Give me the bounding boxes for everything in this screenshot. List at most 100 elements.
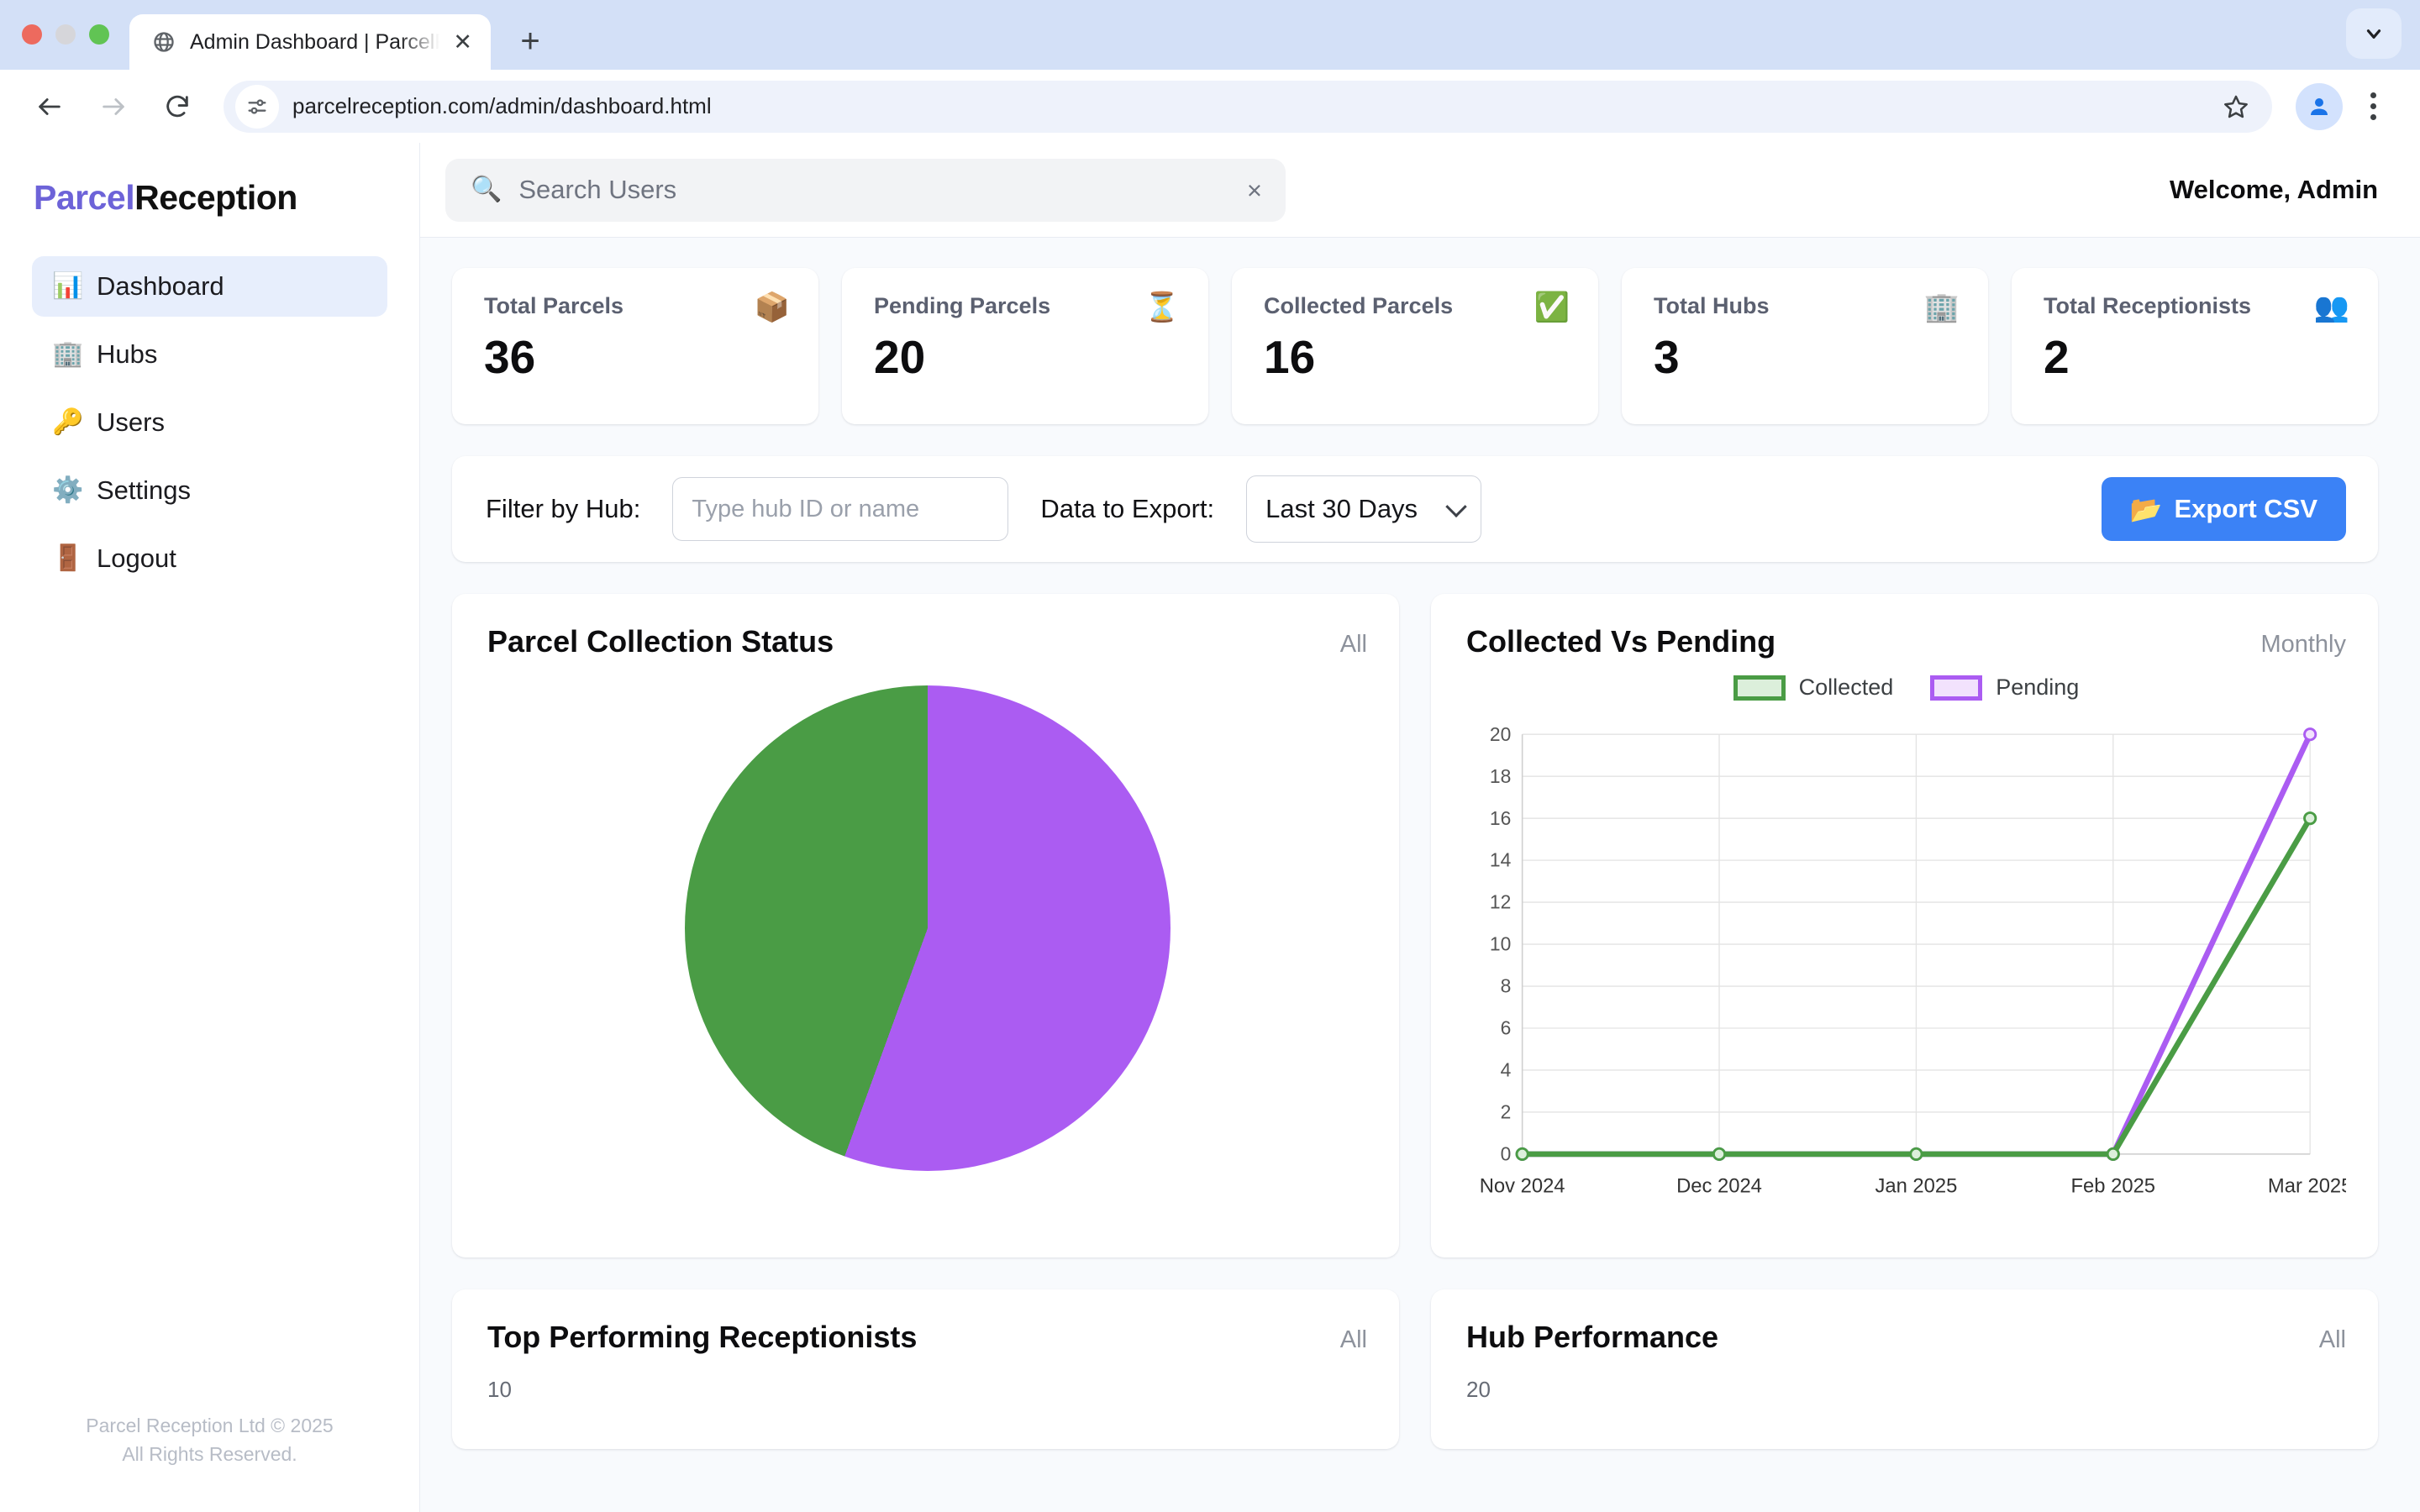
sidebar-item-settings[interactable]: ⚙️ Settings — [32, 460, 387, 521]
sidebar-item-hubs[interactable]: 🏢 Hubs — [32, 324, 387, 385]
stat-card-pending-parcels[interactable]: Pending Parcels ⏳ 20 — [842, 268, 1208, 424]
sidebar-item-label: Logout — [97, 543, 176, 573]
search-input[interactable] — [518, 175, 1230, 205]
stat-label: Collected Parcels — [1264, 293, 1454, 318]
tab-list-chevron-down-icon[interactable] — [2346, 8, 2402, 59]
folder-icon: 📂 — [2129, 494, 2163, 524]
stat-value: 36 — [484, 331, 536, 383]
search-bar[interactable]: 🔍 × — [445, 158, 1286, 222]
svg-text:4: 4 — [1501, 1059, 1512, 1081]
sidebar-item-dashboard[interactable]: 📊 Dashboard — [32, 256, 387, 317]
close-tab-button[interactable]: ✕ — [453, 30, 472, 54]
sidebar-item-label: Users — [97, 407, 165, 437]
svg-text:8: 8 — [1501, 975, 1512, 997]
stat-card-collected-parcels[interactable]: Collected Parcels ✅ 16 — [1232, 268, 1598, 424]
browser-window: Admin Dashboard | ParcelRec ✕ + — [0, 0, 2420, 1512]
sidebar-item-logout[interactable]: 🚪 Logout — [32, 528, 387, 589]
svg-text:2: 2 — [1501, 1101, 1512, 1123]
window-traffic-lights — [22, 24, 109, 70]
browser-toolbar: parcelreception.com/admin/dashboard.html — [0, 70, 2420, 143]
panel-scope-label[interactable]: All — [1340, 631, 1367, 659]
hub-filter-input[interactable] — [672, 477, 1009, 541]
export-range-select[interactable]: Last 30 Days — [1246, 475, 1482, 543]
sidebar-footer: Parcel Reception Ltd © 2025 All Rights R… — [0, 1412, 419, 1468]
maximize-window-button[interactable] — [89, 24, 109, 45]
svg-text:20: 20 — [1490, 723, 1511, 745]
svg-text:Nov 2024: Nov 2024 — [1480, 1175, 1565, 1198]
line-chart[interactable]: 0 2 4 6 8 10 12 14 16 18 20 Nov 2024 Dec 2024 Jan 202… — [1466, 706, 2353, 1235]
panel-title: Parcel Collection Status — [487, 624, 834, 659]
sidebar-item-label: Settings — [97, 475, 192, 505]
logo-text-secondary: Reception — [134, 178, 297, 217]
panel-top-performing-receptionists: Top Performing Receptionists All 10 — [452, 1289, 1399, 1449]
chevron-down-icon — [1445, 496, 1467, 518]
stat-label: Total Hubs — [1654, 293, 1770, 318]
panel-scope-label[interactable]: Monthly — [2260, 631, 2346, 659]
export-csv-label: Export CSV — [2174, 494, 2317, 523]
gear-icon: ⚙️ — [52, 476, 84, 504]
profile-avatar-icon[interactable] — [2296, 82, 2343, 130]
svg-text:0: 0 — [1501, 1143, 1512, 1165]
back-button[interactable] — [22, 79, 77, 134]
minimize-window-button[interactable] — [55, 24, 76, 45]
door-icon: 🚪 — [52, 544, 84, 572]
svg-text:6: 6 — [1501, 1017, 1512, 1039]
sidebar: ParcelReception 📊 Dashboard 🏢 Hubs 🔑 Use… — [0, 143, 420, 1512]
rights-line: All Rights Reserved. — [122, 1442, 297, 1465]
axis-tick-label: 20 — [1466, 1377, 1491, 1402]
svg-text:14: 14 — [1490, 849, 1512, 871]
legend-label: Collected — [1798, 675, 1894, 700]
stat-card-total-receptionists[interactable]: Total Receptionists 👥 2 — [2012, 268, 2378, 424]
legend-item-pending[interactable]: Pending — [1930, 675, 2079, 701]
logo-text-primary: Parcel — [34, 178, 135, 217]
panel-scope-label[interactable]: All — [2319, 1326, 2346, 1354]
panel-hub-performance: Hub Performance All 20 — [1431, 1289, 2378, 1449]
stat-value: 2 — [2044, 331, 2070, 383]
stat-value: 20 — [874, 331, 926, 383]
kebab-menu-icon[interactable] — [2351, 81, 2395, 133]
legend-item-collected[interactable]: Collected — [1733, 675, 1894, 701]
page-viewport: ParcelReception 📊 Dashboard 🏢 Hubs 🔑 Use… — [0, 143, 2420, 1512]
app-logo[interactable]: ParcelReception — [0, 178, 419, 218]
legend-label: Pending — [1996, 675, 2080, 700]
export-csv-button[interactable]: 📂 Export CSV — [2101, 477, 2346, 541]
stat-card-total-hubs[interactable]: Total Hubs 🏢 3 — [1622, 268, 1988, 424]
panel-title: Top Performing Receptionists — [487, 1320, 918, 1354]
legend-swatch — [1733, 675, 1786, 701]
pie-chart-wrap — [487, 659, 1367, 1197]
bookmark-star-icon[interactable] — [2212, 82, 2260, 131]
stat-card-total-parcels[interactable]: Total Parcels 📦 36 — [452, 268, 818, 424]
building-icon: 🏢 — [52, 340, 84, 368]
svg-text:18: 18 — [1490, 765, 1511, 787]
key-icon: 🔑 — [52, 408, 84, 436]
site-settings-tune-icon[interactable] — [235, 84, 279, 129]
line-chart-legend: Collected Pending — [1466, 675, 2346, 701]
close-window-button[interactable] — [22, 24, 42, 45]
browser-tab[interactable]: Admin Dashboard | ParcelRec ✕ — [129, 14, 491, 70]
clear-search-icon[interactable]: × — [1247, 177, 1262, 203]
hourglass-icon: ⏳ — [1144, 291, 1180, 323]
package-icon: 📦 — [754, 291, 790, 323]
sidebar-nav: 📊 Dashboard 🏢 Hubs 🔑 Users ⚙️ Settings 🚪 — [0, 256, 419, 589]
sidebar-item-users[interactable]: 🔑 Users — [32, 392, 387, 453]
browser-tab-title: Admin Dashboard | ParcelRec — [190, 29, 439, 54]
panel-parcel-collection-status: Parcel Collection Status All — [452, 594, 1399, 1257]
export-range-value: Last 30 Days — [1265, 494, 1418, 523]
panel-collected-vs-pending: Collected Vs Pending Monthly Collected P… — [1431, 594, 2378, 1257]
stat-label: Total Parcels — [484, 293, 624, 318]
svg-text:16: 16 — [1490, 807, 1511, 829]
globe-icon — [151, 29, 176, 55]
welcome-text: Welcome, Admin — [2169, 175, 2378, 204]
filter-export-bar: Filter by Hub: Data to Export: Last 30 D… — [452, 456, 2378, 562]
reload-button[interactable] — [150, 79, 205, 134]
panel-scope-label[interactable]: All — [1340, 1326, 1367, 1354]
address-bar[interactable]: parcelreception.com/admin/dashboard.html — [224, 80, 2272, 133]
panel-title: Collected Vs Pending — [1466, 624, 1776, 659]
new-tab-button[interactable]: + — [504, 15, 556, 67]
forward-button[interactable] — [86, 79, 141, 134]
stat-label: Pending Parcels — [874, 293, 1051, 318]
pie-chart[interactable] — [684, 685, 1171, 1171]
svg-text:10: 10 — [1490, 933, 1511, 955]
panel-title: Hub Performance — [1466, 1320, 1719, 1354]
copyright-line: Parcel Reception Ltd © 2025 — [86, 1415, 334, 1437]
